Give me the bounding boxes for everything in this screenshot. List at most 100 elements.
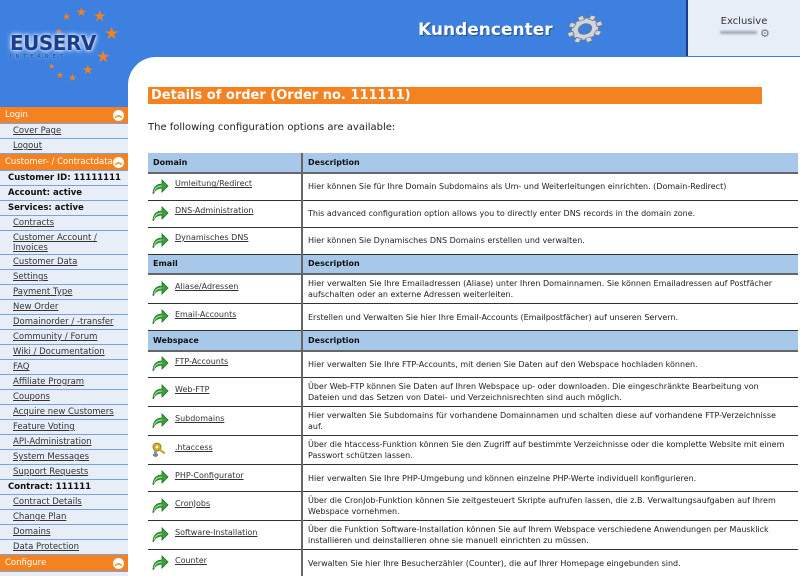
sidebar-item-faq[interactable]: FAQ (0, 360, 128, 375)
option-link-subdomains[interactable]: Subdomains (175, 414, 224, 423)
sidebar-item-domains[interactable]: Domains (0, 525, 128, 540)
sidebar-item-contract-details[interactable]: Contract Details (0, 495, 128, 510)
star-icon: ★ (68, 73, 77, 84)
sidebar-section-customer[interactable]: Customer- / Contractdata ︽ (0, 154, 128, 171)
option-row: Web-FTP Über Web-FTP können Sie Daten au… (148, 377, 798, 407)
intro-text: The following configuration options are … (148, 122, 396, 133)
sidebar-item-affiliate[interactable]: Affiliate Program (0, 375, 128, 390)
option-link-cronjobs[interactable]: CronJobs (175, 499, 210, 508)
option-description: Hier verwalten Sie Ihre PHP-Umgebung und… (302, 464, 798, 492)
description-header: Description (302, 330, 798, 352)
sidebar-item-payment-type[interactable]: Payment Type (0, 285, 128, 300)
option-description: Hier verwalten Sie Ihre Emailadressen (A… (302, 274, 798, 304)
green-arrow-icon (151, 413, 169, 429)
star-icon: ★ (62, 12, 71, 23)
sidebar-section-login[interactable]: Login ︽ (0, 107, 128, 124)
description-header: Description (302, 254, 798, 275)
section-title-webspace: Webspace (148, 330, 303, 352)
sidebar-section-configure[interactable]: Configure ︽ (0, 555, 128, 572)
contract-label: Contract: 111111 (0, 480, 128, 495)
sidebar-item-cover-page[interactable]: Cover Page (0, 124, 128, 139)
config-options-table: Domain Description Umleitung/Redirect Hi… (148, 153, 798, 576)
star-icon: ★ (104, 24, 120, 44)
account-status: Account: active (0, 186, 128, 201)
green-arrow-icon (151, 384, 169, 400)
collapse-chevron-icon[interactable]: ︽ (113, 558, 124, 569)
sidebar-item-new-order[interactable]: New Order (0, 300, 128, 315)
option-link-email-accounts[interactable]: Email-Accounts (175, 310, 236, 319)
keys-icon (151, 442, 169, 458)
sidebar-item-customer-data[interactable]: Customer Data (0, 255, 128, 270)
green-arrow-icon (151, 205, 169, 222)
option-link-software-installation[interactable]: Software-Installation (175, 528, 257, 537)
sidebar-item-customer-account[interactable]: Customer Account / Invoices (0, 231, 128, 255)
euserv-logo[interactable]: ★ ★ ★ ★ ★ ★ ★ ★ ★ ★ EUSERV INTERNET (0, 0, 128, 100)
green-arrow-icon (151, 555, 169, 571)
account-box[interactable]: Exclusive ⚙ (686, 0, 800, 56)
green-arrow-icon (151, 470, 169, 486)
sidebar-item-domainorder[interactable]: Domainorder / -transfer (0, 315, 128, 330)
option-description: Hier können Sie für Ihre Domain Subdomai… (302, 173, 798, 201)
gear-icon (566, 14, 604, 44)
option-row: Dynamisches DNS Hier können Sie Dynamisc… (148, 227, 798, 255)
collapse-chevron-icon[interactable]: ︽ (113, 110, 124, 121)
option-link-umleitung-redirect[interactable]: Umleitung/Redirect (175, 179, 252, 188)
sidebar-item-wiki[interactable]: Wiki / Documentation (0, 345, 128, 360)
option-link-web-ftp[interactable]: Web-FTP (175, 385, 210, 394)
sidebar-item-community[interactable]: Community / Forum (0, 330, 128, 345)
option-link-dynamisches-dns[interactable]: Dynamisches DNS (175, 233, 248, 242)
section-header-row: Domain Description (148, 153, 798, 174)
sidebar: Login ︽ Cover Page Logout Customer- / Co… (0, 107, 128, 576)
sidebar-item-contracts[interactable]: Contracts (0, 216, 128, 231)
option-row: Subdomains Hier verwalten Sie Subdomains… (148, 406, 798, 436)
sidebar-item-feature-voting[interactable]: Feature Voting (0, 420, 128, 435)
option-link-htaccess[interactable]: .htaccess (175, 443, 213, 452)
settings-gear-icon[interactable]: ⚙ (760, 27, 770, 40)
green-arrow-icon (151, 281, 169, 297)
services-status: Services: active (0, 201, 128, 216)
option-link-ftp-accounts[interactable]: FTP-Accounts (175, 357, 228, 366)
green-arrow-icon (151, 178, 169, 195)
option-row: FTP-Accounts Hier verwalten Sie Ihre FTP… (148, 350, 798, 378)
sidebar-section-title: Configure (5, 558, 47, 568)
option-row: Umleitung/Redirect Hier können Sie für I… (148, 173, 798, 201)
header: ★ ★ ★ ★ ★ ★ ★ ★ ★ ★ EUSERV INTERNET Kund… (0, 0, 800, 84)
main-content: Details of order (Order no. 111111) The … (128, 57, 800, 576)
sidebar-item-system-messages[interactable]: System Messages (0, 450, 128, 465)
green-arrow-icon (151, 232, 169, 249)
customer-id: Customer ID: 11111111 (0, 171, 128, 186)
logo-text: EUSERV (10, 31, 96, 55)
sidebar-item-coupons[interactable]: Coupons (0, 390, 128, 405)
option-link-aliase-adressen[interactable]: Aliase/Adressen (175, 282, 238, 291)
green-arrow-icon (151, 498, 169, 514)
option-description: Über die CronJob-Funktion können Sie zei… (302, 491, 798, 521)
section-header-row: Email Description (148, 254, 798, 275)
collapse-chevron-icon[interactable]: ︽ (113, 157, 124, 168)
option-row: Software-Installation Über die Funktion … (148, 520, 798, 550)
option-link-dns-administration[interactable]: DNS-Administration (175, 206, 253, 215)
sidebar-item-change-plan[interactable]: Change Plan (0, 510, 128, 525)
sidebar-section-title: Customer- / Contractdata (5, 157, 113, 167)
account-name-redacted (720, 31, 757, 34)
sidebar-item-logout[interactable]: Logout (0, 139, 128, 154)
option-description: Über Web-FTP können Sie Daten auf Ihren … (302, 377, 798, 407)
sidebar-item-api-admin[interactable]: API-Administration (0, 435, 128, 450)
sidebar-item-data-protection[interactable]: Data Protection (0, 540, 128, 555)
option-description: Hier verwalten Sie Subdomains für vorhan… (302, 406, 798, 436)
sidebar-item-support-requests[interactable]: Support Requests (0, 465, 128, 480)
sidebar-item-settings[interactable]: Settings (0, 270, 128, 285)
option-link-php-configurator[interactable]: PHP-Configurator (175, 471, 244, 480)
section-title-email: Email (148, 254, 303, 275)
section-title-domain: Domain (148, 153, 303, 174)
option-row: .htaccess Über die htaccess-Funktion kön… (148, 435, 798, 465)
section-header-row: Webspace Description (148, 330, 798, 352)
option-description: Verwalten Sie hier Ihre Besucherzähler (… (308, 558, 681, 568)
sidebar-item-acquire-customers[interactable]: Acquire new Customers (0, 405, 128, 420)
option-row: Email-Accounts Erstellen und Verwalten S… (148, 303, 798, 331)
option-link-counter[interactable]: Counter (175, 556, 207, 565)
option-description: Über die Funktion Software-Installation … (302, 520, 798, 550)
green-arrow-icon (151, 356, 169, 372)
star-icon: ★ (76, 5, 87, 19)
logo-subtext: INTERNET (10, 54, 67, 60)
star-icon: ★ (96, 47, 111, 66)
